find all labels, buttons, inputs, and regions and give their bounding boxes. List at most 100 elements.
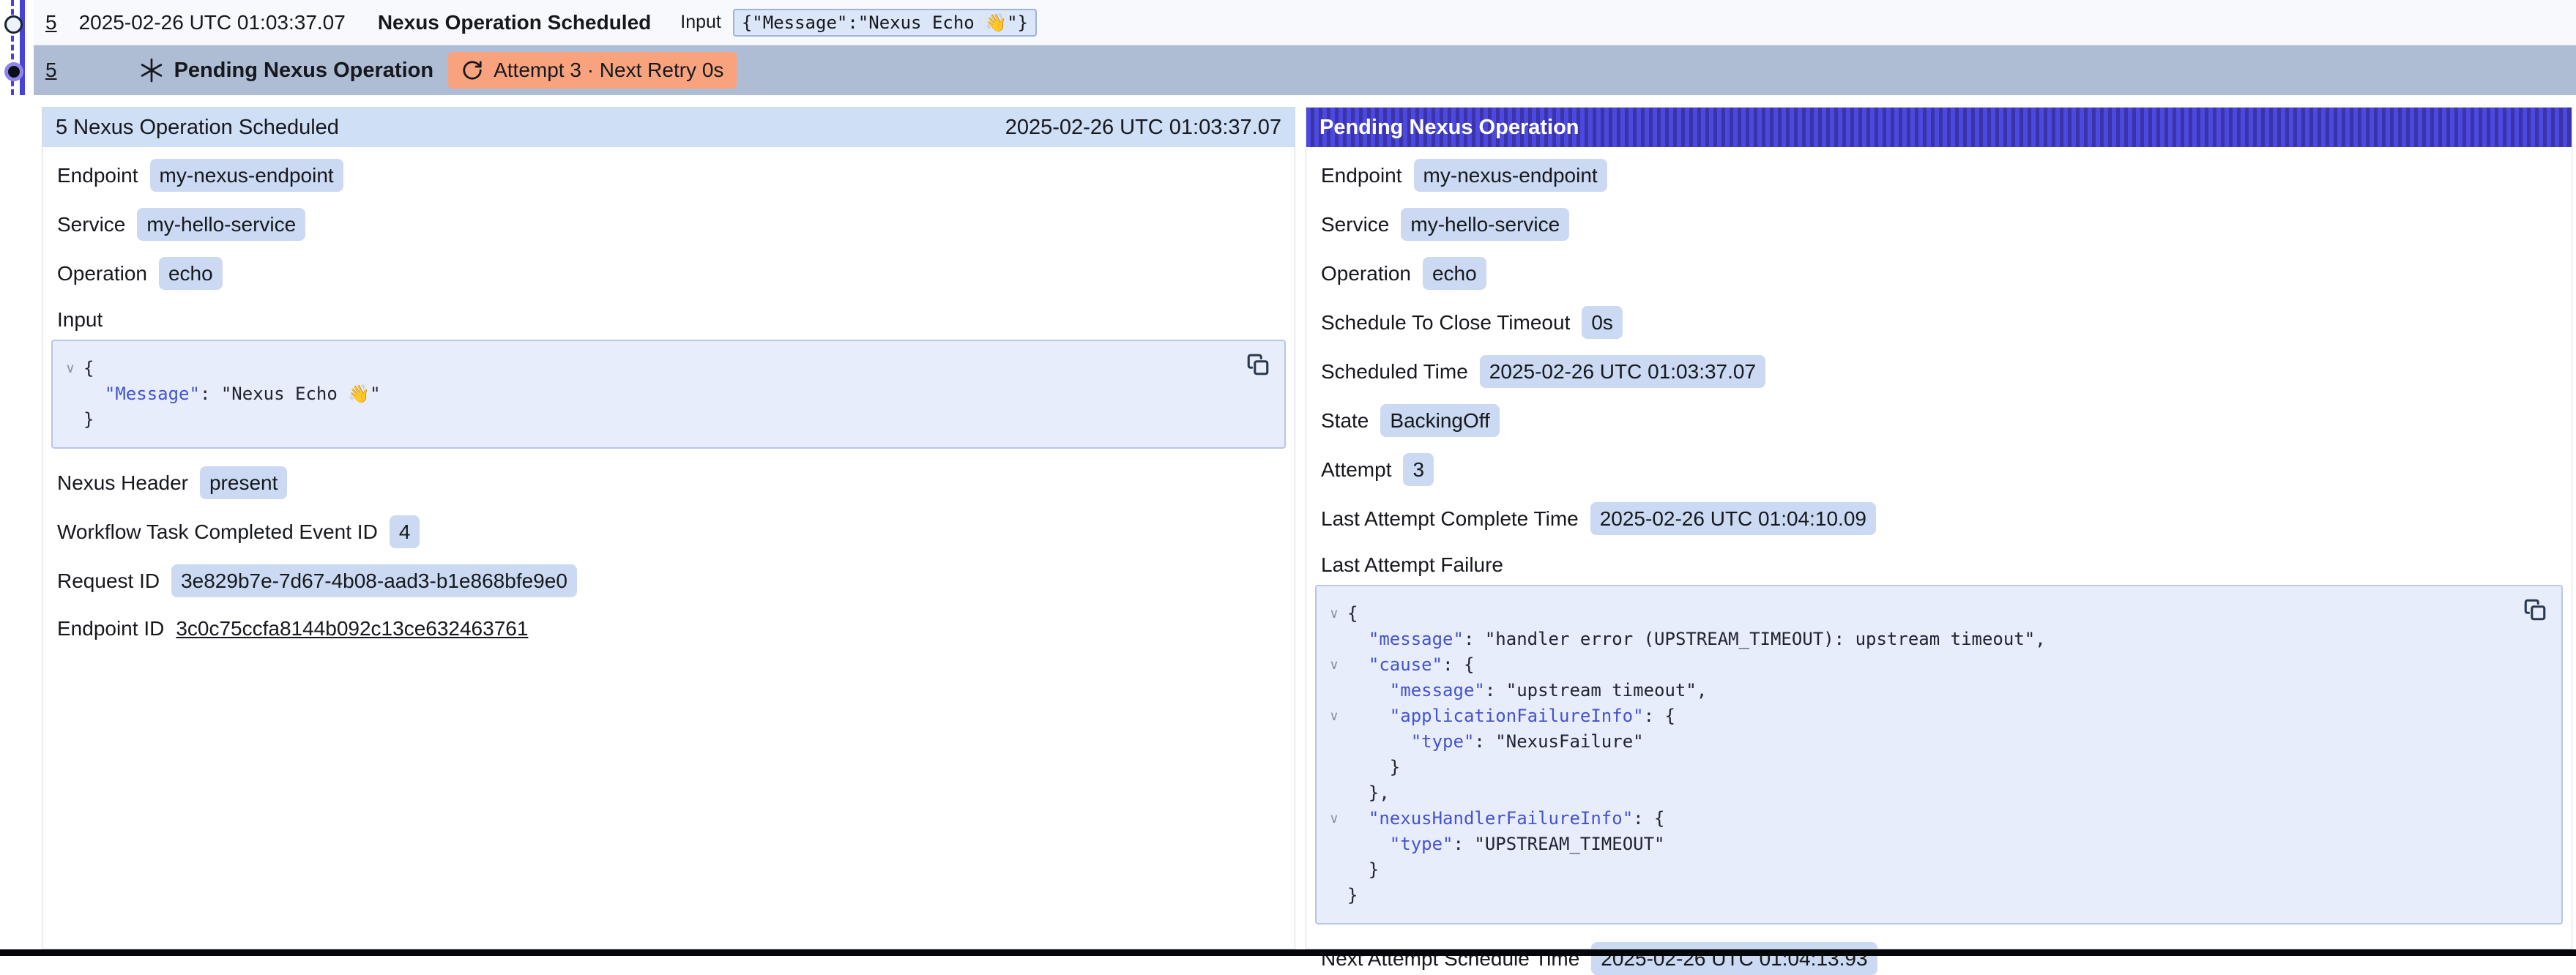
retry-badge-label: Attempt 3 · Next Retry 0s — [494, 59, 723, 82]
code-line: } — [57, 407, 1233, 433]
failure-code-block: ∨{ "message": "handler error (UPSTREAM_T… — [1315, 585, 2563, 924]
field-row-scheduled-time: Scheduled Time 2025-02-26 UTC 01:03:37.0… — [1315, 355, 2563, 388]
json-key: "message" — [1369, 627, 1464, 652]
field-label: Service — [57, 213, 125, 236]
json-text: }, — [1347, 780, 1390, 806]
field-value-badge: 2025-02-26 UTC 01:04:13.93 — [1591, 942, 1877, 975]
json-text: : { — [1644, 703, 1675, 729]
chevron-down-icon[interactable]: ∨ — [1321, 652, 1347, 678]
pending-operation-row[interactable]: 5 Pending Nexus Operation Attempt 3 · Ne… — [34, 45, 2576, 95]
code-line: ∨{ — [1321, 601, 2510, 627]
json-text: } — [1347, 883, 1358, 908]
event-detail-header[interactable]: 5 Nexus Operation Scheduled 2025-02-26 U… — [42, 108, 1295, 147]
event-detail-panel: 5 Nexus Operation Scheduled 2025-02-26 U… — [42, 107, 1295, 949]
code-line: ∨ "cause": { — [1321, 652, 2510, 678]
copy-button[interactable] — [2520, 595, 2550, 624]
json-text: : "UPSTREAM_TIMEOUT" — [1453, 832, 1665, 857]
panel-title: 5 Nexus Operation Scheduled — [56, 116, 339, 140]
field-row-last-attempt-complete-time: Last Attempt Complete Time 2025-02-26 UT… — [1315, 502, 2563, 535]
json-text — [1347, 832, 1390, 857]
field-label: Attempt — [1321, 458, 1391, 482]
code-gutter — [1321, 780, 1347, 806]
endpoint-id-link[interactable]: 3c0c75ccfa8144b092c13ce632463761 — [176, 617, 528, 640]
field-value-badge: echo — [159, 257, 223, 290]
field-label: Operation — [57, 262, 147, 285]
json-text — [1347, 729, 1411, 755]
code-line: } — [1321, 755, 2510, 780]
asterisk-icon — [139, 58, 164, 83]
field-value-badge: my-nexus-endpoint — [150, 159, 343, 192]
chevron-down-icon[interactable]: ∨ — [1321, 601, 1347, 627]
field-value-badge: 0s — [1582, 306, 1623, 339]
field-value-badge: my-hello-service — [1401, 208, 1569, 241]
json-text: : "Nexus Echo 👋" — [200, 381, 381, 407]
json-text — [83, 381, 105, 407]
field-row-operation: Operation echo — [51, 257, 1286, 290]
json-text: : "upstream timeout", — [1485, 678, 1707, 703]
field-row-workflow-task-completed-event-id: Workflow Task Completed Event ID 4 — [51, 515, 1286, 548]
copy-icon — [1246, 352, 1270, 377]
json-text: : "handler error (UPSTREAM_TIMEOUT): ups… — [1464, 627, 2046, 652]
field-label: Operation — [1321, 262, 1411, 285]
input-label: Input — [680, 12, 721, 33]
field-row-request-id: Request ID 3e829b7e-7d67-4b08-aad3-b1e86… — [51, 564, 1286, 597]
json-text: } — [1347, 755, 1400, 780]
field-row-attempt: Attempt 3 — [1315, 453, 2563, 486]
code-gutter — [1321, 627, 1347, 652]
field-value-badge: 3 — [1403, 453, 1434, 486]
field-value-badge: my-nexus-endpoint — [1414, 159, 1607, 192]
event-id-link[interactable]: 5 — [45, 59, 57, 82]
timeline-active-bar — [20, 0, 25, 95]
field-label: Endpoint ID — [57, 617, 164, 640]
field-label: State — [1321, 409, 1369, 433]
field-value-badge: 2025-02-26 UTC 01:04:10.09 — [1590, 502, 1876, 535]
json-text — [1347, 678, 1390, 703]
field-value-badge: 2025-02-26 UTC 01:03:37.07 — [1480, 355, 1765, 388]
field-label: Scheduled Time — [1321, 360, 1468, 384]
json-text: : "NexusFailure" — [1474, 729, 1643, 755]
json-text: } — [1347, 857, 1379, 883]
event-id-link[interactable]: 5 — [45, 11, 57, 34]
field-label: Workflow Task Completed Event ID — [57, 520, 378, 544]
code-line: "Message": "Nexus Echo 👋" — [57, 381, 1233, 407]
field-row-state: State BackingOff — [1315, 404, 2563, 437]
code-line: "message": "handler error (UPSTREAM_TIME… — [1321, 627, 2510, 652]
code-line: } — [1321, 883, 2510, 908]
code-gutter — [57, 381, 83, 407]
code-gutter — [1321, 755, 1347, 780]
event-title: Nexus Operation Scheduled — [378, 11, 651, 34]
chevron-down-icon[interactable]: ∨ — [1321, 703, 1347, 729]
field-label: Request ID — [57, 569, 160, 593]
field-row-endpoint: Endpoint my-nexus-endpoint — [1315, 159, 2563, 192]
code-gutter — [57, 407, 83, 433]
pending-operation-title: Pending Nexus Operation — [174, 59, 434, 83]
code-line: "message": "upstream timeout", — [1321, 678, 2510, 703]
json-key: "cause" — [1369, 652, 1443, 678]
event-summary-row[interactable]: 5 2025-02-26 UTC 01:03:37.07 Nexus Opera… — [34, 0, 2576, 45]
code-gutter — [1321, 883, 1347, 908]
field-row-next-attempt-schedule-time: Next Attempt Schedule Time 2025-02-26 UT… — [1315, 942, 2563, 975]
json-text: { — [83, 356, 94, 381]
field-label: Schedule To Close Timeout — [1321, 311, 1570, 335]
retry-arrow-icon — [461, 59, 483, 81]
json-text: : { — [1633, 806, 1664, 832]
copy-icon — [2523, 597, 2547, 622]
json-key: "Message" — [105, 381, 200, 407]
field-value-badge: 3e829b7e-7d67-4b08-aad3-b1e868bfe9e0 — [171, 564, 577, 597]
code-gutter — [1321, 857, 1347, 883]
field-row-schedule-to-close-timeout: Schedule To Close Timeout 0s — [1315, 306, 2563, 339]
copy-button[interactable] — [1243, 350, 1273, 379]
field-label: Endpoint — [1321, 164, 1402, 187]
field-value-badge: echo — [1423, 257, 1486, 290]
json-text — [1347, 703, 1390, 729]
json-key: "type" — [1411, 729, 1475, 755]
chevron-down-icon[interactable]: ∨ — [57, 356, 83, 381]
bottom-edge-bar — [0, 949, 2576, 956]
json-text: { — [1347, 601, 1358, 627]
field-row-service: Service my-hello-service — [1315, 208, 2563, 241]
field-row-endpoint: Endpoint my-nexus-endpoint — [51, 159, 1286, 192]
pending-operation-body: Endpoint my-nexus-endpoint Service my-he… — [1306, 147, 2572, 975]
chevron-down-icon[interactable]: ∨ — [1321, 806, 1347, 832]
code-gutter — [1321, 729, 1347, 755]
json-text — [1347, 627, 1369, 652]
